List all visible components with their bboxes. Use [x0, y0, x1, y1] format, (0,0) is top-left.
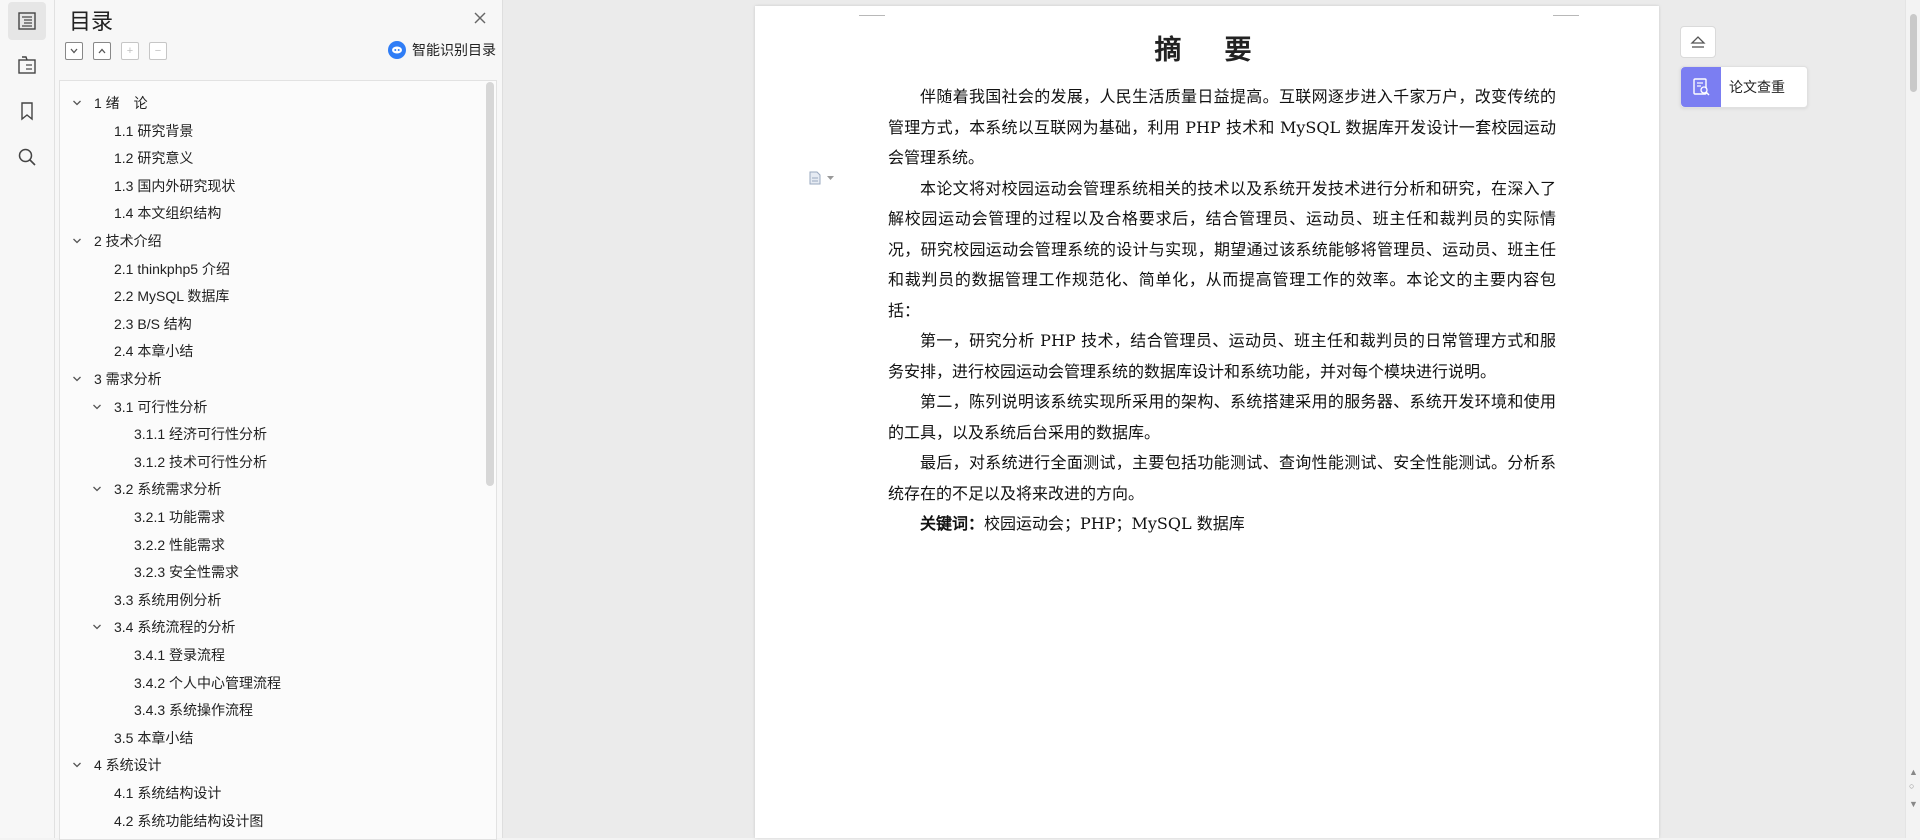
scroll-down-arrow-icon[interactable]: ▼: [1909, 800, 1918, 809]
toc-item[interactable]: 3.3 系统用例分析: [114, 588, 221, 612]
toc-item[interactable]: 1.2 研究意义: [114, 146, 193, 170]
collapse-all-icon[interactable]: [93, 42, 111, 60]
plagiarism-check-label: 论文查重: [1729, 79, 1785, 95]
toc-item[interactable]: 4.3 数据库设计: [114, 836, 207, 839]
toc-item[interactable]: 1.1 研究背景: [114, 119, 193, 143]
navigation-icon[interactable]: [8, 46, 46, 84]
document-area: 摘 要 伴随着我国社会的发展，人民生活质量日益提高。互联网逐步进入千家万户，改变…: [503, 0, 1905, 838]
toc-item[interactable]: 3.4 系统流程的分析: [114, 615, 235, 639]
scroll-page-icon[interactable]: ○: [1909, 782, 1914, 791]
page-corner-mark: [1553, 5, 1579, 16]
toc-item[interactable]: 2.1 thinkphp5 介绍: [114, 257, 230, 281]
toc-item[interactable]: 3.2.1 功能需求: [134, 505, 225, 529]
toc-item[interactable]: 1.3 国内外研究现状: [114, 174, 235, 198]
toc-item[interactable]: 1 绪 论: [94, 91, 148, 115]
paragraph: 第一，研究分析 PHP 技术，结合管理员、运动员、班主任和裁判员的日常管理方式和…: [888, 331, 1556, 381]
paragraph: 伴随着我国社会的发展，人民生活质量日益提高。互联网逐步进入千家万户，改变传统的管…: [888, 87, 1556, 167]
chevron-down-icon[interactable]: [92, 622, 102, 632]
chevron-down-icon[interactable]: [72, 98, 82, 108]
paragraph: 第二，陈列说明该系统实现所采用的架构、系统搭建采用的服务器、系统开发环境和使用的…: [888, 392, 1556, 442]
remove-heading-icon[interactable]: −: [149, 42, 167, 60]
toc-item[interactable]: 3.1.1 经济可行性分析: [134, 422, 267, 446]
expand-all-icon[interactable]: [65, 42, 83, 60]
toc-item[interactable]: 3.2.3 安全性需求: [134, 560, 239, 584]
document-body[interactable]: 伴随着我国社会的发展，人民生活质量日益提高。互联网逐步进入千家万户，改变传统的管…: [888, 82, 1556, 540]
keywords-label: 关键词：: [920, 514, 985, 533]
chevron-down-icon[interactable]: [92, 402, 102, 412]
smart-toc-button[interactable]: 智能识别目录: [388, 40, 496, 60]
toc-toolbar: + −: [65, 42, 167, 60]
window-scrollbar[interactable]: ▲ ○ ▼: [1905, 0, 1920, 838]
search-icon[interactable]: [8, 138, 46, 176]
toc-item[interactable]: 3.1 可行性分析: [114, 395, 207, 419]
keywords-line: 关键词：校园运动会；PHP；MySQL 数据库: [888, 509, 1556, 540]
smart-recognize-icon: [388, 41, 406, 59]
paragraph: 最后，对系统进行全面测试，主要包括功能测试、查询性能测试、安全性能测试。分析系统…: [888, 453, 1556, 503]
toc-title: 目录: [69, 9, 114, 34]
toc-list: 1 绪 论 1.1 研究背景 1.2 研究意义 1.3 国内外研究现状 1.4 本文组织…: [59, 80, 497, 840]
doc-mark-icon: [809, 171, 821, 185]
toc-item[interactable]: 3.4.2 个人中心管理流程: [134, 671, 281, 695]
plagiarism-check-icon: [1681, 67, 1721, 107]
page-corner-mark: [859, 5, 885, 16]
keywords-value: 校园运动会；PHP；MySQL 数据库: [984, 514, 1245, 533]
paragraph-marker[interactable]: [807, 170, 834, 186]
toc-item[interactable]: 4.2 系统功能结构设计图: [114, 809, 263, 833]
close-icon[interactable]: [470, 8, 490, 28]
toc-item[interactable]: 2.3 B/S 结构: [114, 312, 192, 336]
document-page[interactable]: 摘 要 伴随着我国社会的发展，人民生活质量日益提高。互联网逐步进入千家万户，改变…: [755, 6, 1659, 838]
left-rail: [0, 0, 55, 838]
eject-icon: [1690, 36, 1706, 48]
toc-item[interactable]: 3.2.2 性能需求: [134, 533, 225, 557]
collapse-panel-button[interactable]: [1680, 26, 1716, 58]
window-scrollbar-thumb[interactable]: [1910, 14, 1917, 92]
smart-toc-label: 智能识别目录: [412, 42, 496, 58]
document-title: 摘 要: [1154, 35, 1260, 66]
toc-item[interactable]: 2.2 MySQL 数据库: [114, 284, 229, 308]
plagiarism-check-button[interactable]: 论文查重: [1680, 66, 1808, 108]
toc-item[interactable]: 3 需求分析: [94, 367, 162, 391]
chevron-down-icon[interactable]: [92, 484, 102, 494]
toc-item[interactable]: 3.4.3 系统操作流程: [134, 698, 253, 722]
chevron-down-icon[interactable]: [72, 236, 82, 246]
scroll-up-arrow-icon[interactable]: ▲: [1909, 768, 1918, 777]
toc-item[interactable]: 3.1.2 技术可行性分析: [134, 450, 267, 474]
chevron-down-icon[interactable]: [72, 760, 82, 770]
toc-icon[interactable]: [8, 2, 46, 40]
toc-item[interactable]: 3.2 系统需求分析: [114, 477, 221, 501]
toc-item[interactable]: 4.1 系统结构设计: [114, 781, 221, 805]
toc-scrollbar[interactable]: [486, 82, 494, 486]
toc-item[interactable]: 4 系统设计: [94, 753, 162, 777]
toc-item[interactable]: 1.4 本文组织结构: [114, 201, 221, 225]
bookmark-icon[interactable]: [8, 92, 46, 130]
chevron-down-icon[interactable]: [72, 374, 82, 384]
toc-item[interactable]: 2 技术介绍: [94, 229, 162, 253]
toc-panel: 目录 + − 智能识别目录 1 绪 论 1.1 研究背景 1.2 研究意义 1.3 国…: [55, 0, 503, 840]
paragraph: 本论文将对校园运动会管理系统相关的技术以及系统开发技术进行分析和研究，在深入了解…: [888, 178, 1556, 320]
toc-item[interactable]: 3.5 本章小结: [114, 726, 193, 750]
toc-item[interactable]: 3.4.1 登录流程: [134, 643, 225, 667]
toc-item[interactable]: 2.4 本章小结: [114, 339, 193, 363]
add-heading-icon[interactable]: +: [121, 42, 139, 60]
chevron-down-icon: [827, 175, 834, 180]
